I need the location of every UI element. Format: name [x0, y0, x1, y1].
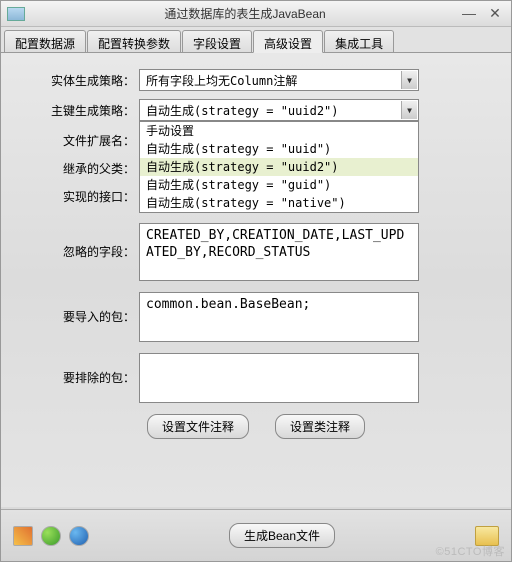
tab-advanced[interactable]: 高级设置 — [253, 30, 323, 53]
class-comment-button[interactable]: 设置类注释 — [275, 414, 365, 439]
chevron-down-icon[interactable]: ▼ — [401, 101, 417, 119]
tool-icon-2[interactable] — [41, 526, 61, 546]
folder-icon[interactable] — [475, 526, 499, 546]
pk-strategy-dropdown: 手动设置 自动生成(strategy = "uuid") 自动生成(strate… — [139, 121, 419, 213]
pk-option-manual[interactable]: 手动设置 — [140, 122, 418, 140]
close-button[interactable]: ✕ — [485, 5, 505, 23]
ignore-fields-input[interactable] — [139, 223, 419, 281]
minimize-button[interactable]: — — [459, 5, 479, 23]
app-window: 通过数据库的表生成JavaBean — ✕ 配置数据源 配置转换参数 字段设置 … — [0, 0, 512, 562]
tab-convert-params[interactable]: 配置转换参数 — [87, 30, 181, 52]
label-parent-class: 继承的父类： — [19, 157, 139, 177]
pk-option-guid[interactable]: 自动生成(strategy = "guid") — [140, 176, 418, 194]
tool-icon-1[interactable] — [13, 526, 33, 546]
app-icon — [7, 7, 25, 21]
label-ignore-fields: 忽略的字段： — [19, 223, 139, 260]
generate-bean-button[interactable]: 生成Bean文件 — [229, 523, 335, 548]
label-pk-strategy: 主键生成策略： — [19, 99, 139, 119]
tab-tools[interactable]: 集成工具 — [324, 30, 394, 52]
bottom-toolbar: 生成Bean文件 — [1, 509, 511, 561]
pk-strategy-value: 自动生成(strategy = "uuid2") — [146, 102, 339, 119]
tab-datasource[interactable]: 配置数据源 — [4, 30, 86, 52]
label-import-pkg: 要导入的包： — [19, 292, 139, 325]
pk-strategy-combo[interactable]: 自动生成(strategy = "uuid2") ▼ — [139, 99, 419, 121]
window-title: 通过数据库的表生成JavaBean — [31, 5, 459, 22]
tool-icon-3[interactable] — [69, 526, 89, 546]
pk-option-uuid[interactable]: 自动生成(strategy = "uuid") — [140, 140, 418, 158]
file-comment-button[interactable]: 设置文件注释 — [147, 414, 249, 439]
titlebar: 通过数据库的表生成JavaBean — ✕ — [1, 1, 511, 27]
advanced-panel: 实体生成策略： 所有字段上均无Column注解 ▼ 主键生成策略： 自动生成(s… — [1, 53, 511, 507]
label-entity-strategy: 实体生成策略： — [19, 69, 139, 89]
entity-strategy-value: 所有字段上均无Column注解 — [146, 72, 297, 89]
tab-field-settings[interactable]: 字段设置 — [182, 30, 252, 52]
exclude-pkg-input[interactable] — [139, 353, 419, 403]
chevron-down-icon[interactable]: ▼ — [401, 71, 417, 89]
entity-strategy-combo[interactable]: 所有字段上均无Column注解 ▼ — [139, 69, 419, 91]
label-file-ext: 文件扩展名： — [19, 129, 139, 149]
tab-bar: 配置数据源 配置转换参数 字段设置 高级设置 集成工具 — [1, 27, 511, 53]
pk-option-native[interactable]: 自动生成(strategy = "native") — [140, 194, 418, 212]
pk-option-uuid2[interactable]: 自动生成(strategy = "uuid2") — [140, 158, 418, 176]
import-pkg-input[interactable] — [139, 292, 419, 342]
label-interfaces: 实现的接口： — [19, 185, 139, 205]
label-exclude-pkg: 要排除的包： — [19, 353, 139, 386]
